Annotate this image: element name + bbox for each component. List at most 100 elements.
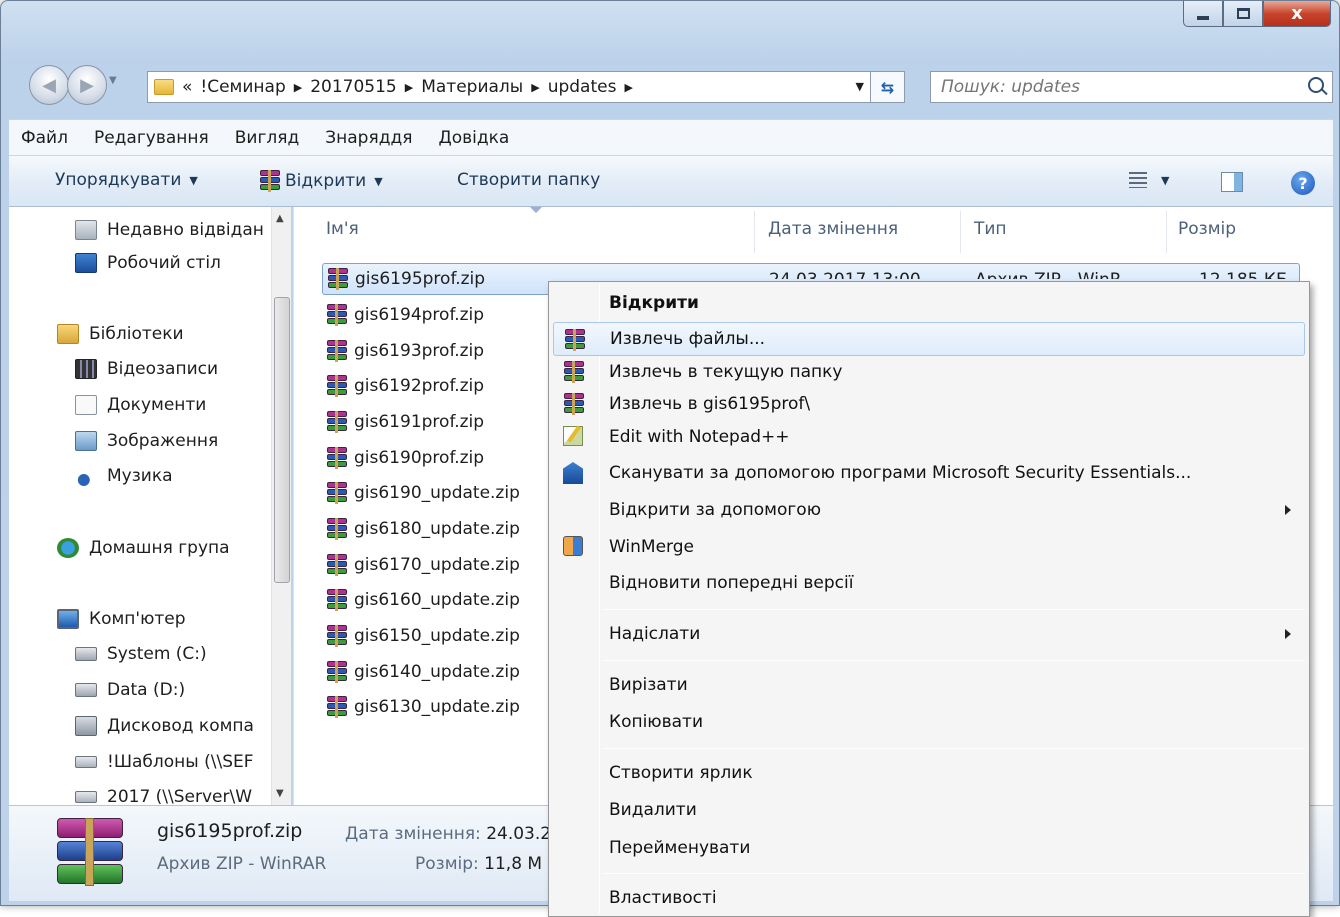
breadcrumb-item[interactable]: !Семинар bbox=[200, 77, 285, 97]
preview-pane-icon[interactable] bbox=[1221, 172, 1243, 192]
breadcrumb-separator-icon[interactable]: ▶ bbox=[405, 81, 413, 94]
scroll-down-icon[interactable]: ▼ bbox=[276, 788, 284, 799]
nav-homegroup[interactable]: Домашня група bbox=[57, 533, 230, 563]
nav-drive-d[interactable]: Data (D:) bbox=[75, 675, 185, 705]
ctx-open[interactable]: Відкрити bbox=[553, 286, 1305, 320]
nav-label: Домашня група bbox=[89, 538, 230, 558]
scroll-up-icon[interactable]: ▲ bbox=[276, 213, 284, 224]
nav-videos[interactable]: Відеозаписи bbox=[75, 354, 218, 384]
nav-label: Недавно відвідан bbox=[107, 220, 264, 240]
breadcrumb-separator-icon[interactable]: ▶ bbox=[294, 81, 302, 94]
forward-button[interactable]: ▶ bbox=[67, 65, 107, 105]
nav-network-drive[interactable]: !Шаблоны (\\SEF bbox=[75, 747, 254, 777]
column-header-size[interactable]: Розмір bbox=[1178, 219, 1236, 239]
file-row[interactable]: gis6194prof.zip bbox=[326, 299, 484, 331]
ctx-create-shortcut[interactable]: Створити ярлик bbox=[553, 756, 1305, 790]
menu-view[interactable]: Вигляд bbox=[235, 128, 300, 148]
nav-label: Документи bbox=[107, 395, 207, 415]
refresh-button[interactable]: ⇆ bbox=[871, 71, 905, 103]
winrar-archive-icon bbox=[55, 818, 125, 886]
ctx-edit-notepadpp[interactable]: Edit with Notepad++ bbox=[553, 420, 1305, 454]
file-row[interactable]: gis6190_update.zip bbox=[326, 477, 520, 509]
nav-desktop[interactable]: Робочий стіл bbox=[75, 248, 221, 278]
breadcrumb-separator-icon[interactable]: ▶ bbox=[624, 81, 632, 94]
open-button[interactable]: Відкрити ▼ bbox=[259, 170, 383, 192]
ctx-winmerge[interactable]: WinMerge bbox=[553, 530, 1305, 564]
help-icon[interactable]: ? bbox=[1291, 171, 1315, 195]
column-header-type[interactable]: Тип bbox=[974, 219, 1007, 239]
nav-network-drive[interactable]: 2017 (\\Server\W bbox=[75, 782, 252, 805]
menu-help[interactable]: Довідка bbox=[438, 128, 509, 148]
view-options-button[interactable]: ▼ bbox=[1129, 172, 1169, 188]
nav-computer[interactable]: Комп'ютер bbox=[57, 604, 186, 634]
winrar-archive-icon bbox=[326, 375, 348, 397]
maximize-icon bbox=[1236, 8, 1250, 19]
ctx-extract-files[interactable]: Извлечь файлы... bbox=[553, 322, 1305, 356]
search-box[interactable] bbox=[930, 71, 1333, 103]
file-row[interactable]: gis6130_update.zip bbox=[326, 691, 520, 723]
winrar-archive-icon bbox=[326, 589, 348, 611]
breadcrumb-item[interactable]: updates bbox=[548, 77, 617, 97]
breadcrumb-separator-icon[interactable]: ▶ bbox=[531, 81, 539, 94]
menu-tools[interactable]: Знаряддя bbox=[325, 128, 412, 148]
scrollbar-thumb[interactable] bbox=[274, 297, 290, 583]
column-divider[interactable] bbox=[1166, 211, 1167, 253]
videos-icon bbox=[75, 359, 97, 379]
file-row[interactable]: gis6190prof.zip bbox=[326, 442, 484, 474]
column-header-name[interactable]: Ім'я bbox=[326, 219, 359, 239]
file-row[interactable]: gis6192prof.zip bbox=[326, 370, 484, 402]
file-row[interactable]: gis6140_update.zip bbox=[326, 656, 520, 688]
ctx-restore-versions[interactable]: Відновити попередні версії bbox=[553, 566, 1305, 600]
ctx-cut[interactable]: Вирізати bbox=[553, 668, 1305, 702]
column-divider[interactable] bbox=[754, 211, 755, 253]
nav-cd-drive[interactable]: Дисковод компа bbox=[75, 711, 254, 741]
new-folder-button[interactable]: Створити папку bbox=[457, 170, 600, 190]
ctx-extract-here[interactable]: Извлечь в текущую папку bbox=[553, 355, 1305, 389]
organize-button[interactable]: Упорядкувати ▼ bbox=[55, 170, 198, 190]
file-row[interactable]: gis6170_update.zip bbox=[326, 549, 520, 581]
file-row[interactable]: gis6180_update.zip bbox=[326, 513, 520, 545]
ctx-rename[interactable]: Перейменувати bbox=[553, 831, 1305, 865]
column-header-date[interactable]: Дата змінення bbox=[768, 219, 898, 239]
breadcrumb-item[interactable]: 20170515 bbox=[310, 77, 397, 97]
minimize-button[interactable] bbox=[1183, 1, 1223, 27]
ctx-extract-to-folder[interactable]: Извлечь в gis6195prof\ bbox=[553, 387, 1305, 421]
file-row[interactable]: gis6191prof.zip bbox=[326, 406, 484, 438]
ctx-properties[interactable]: Властивості bbox=[553, 881, 1305, 915]
menu-edit[interactable]: Редагування bbox=[94, 128, 209, 148]
details-modified: Дата змінення: 24.03.2 bbox=[345, 824, 551, 844]
winrar-archive-icon bbox=[326, 304, 348, 326]
column-divider[interactable] bbox=[960, 211, 961, 253]
address-dropdown-icon[interactable]: ▼ bbox=[856, 80, 864, 93]
winrar-archive-icon bbox=[326, 340, 348, 362]
menu-file[interactable]: Файл bbox=[21, 128, 68, 148]
recent-pages-dropdown[interactable]: ▼ bbox=[109, 75, 117, 86]
ctx-label: Відкрити bbox=[609, 293, 699, 313]
nav-documents[interactable]: Документи bbox=[75, 390, 206, 420]
ctx-send-to[interactable]: Надіслати bbox=[553, 617, 1305, 651]
ctx-delete[interactable]: Видалити bbox=[553, 793, 1305, 827]
ctx-open-with[interactable]: Відкрити за допомогою bbox=[553, 493, 1305, 527]
ctx-label: Извлечь файлы... bbox=[610, 329, 766, 349]
close-button[interactable]: x bbox=[1263, 1, 1331, 27]
navigation-scrollbar[interactable]: ▲ ▼ bbox=[271, 207, 291, 805]
nav-drive-c[interactable]: System (C:) bbox=[75, 639, 207, 669]
nav-libraries[interactable]: Бібліотеки bbox=[57, 319, 184, 349]
nav-pictures[interactable]: Зображення bbox=[75, 426, 218, 456]
search-input[interactable] bbox=[941, 77, 1281, 97]
nav-music[interactable]: Музика bbox=[75, 461, 173, 491]
ctx-scan-mse[interactable]: Сканувати за допомогою програми Microsof… bbox=[553, 456, 1305, 490]
nav-recent-places[interactable]: Недавно відвідан bbox=[75, 215, 264, 245]
breadcrumb-item[interactable]: Материалы bbox=[421, 77, 523, 97]
breadcrumb-overflow[interactable]: « bbox=[182, 77, 192, 97]
file-row[interactable]: gis6193prof.zip bbox=[326, 335, 484, 367]
search-icon[interactable] bbox=[1308, 77, 1324, 93]
file-row[interactable]: gis6160_update.zip bbox=[326, 584, 520, 616]
back-button[interactable]: ◀ bbox=[29, 65, 69, 105]
nav-label: Робочий стіл bbox=[107, 253, 221, 273]
ctx-copy[interactable]: Копіювати bbox=[553, 705, 1305, 739]
file-row[interactable]: gis6150_update.zip bbox=[326, 620, 520, 652]
ctx-label: Надіслати bbox=[609, 624, 701, 644]
address-bar[interactable]: « !Семинар ▶ 20170515 ▶ Материалы ▶ upda… bbox=[147, 71, 871, 103]
maximize-button[interactable] bbox=[1223, 1, 1263, 27]
